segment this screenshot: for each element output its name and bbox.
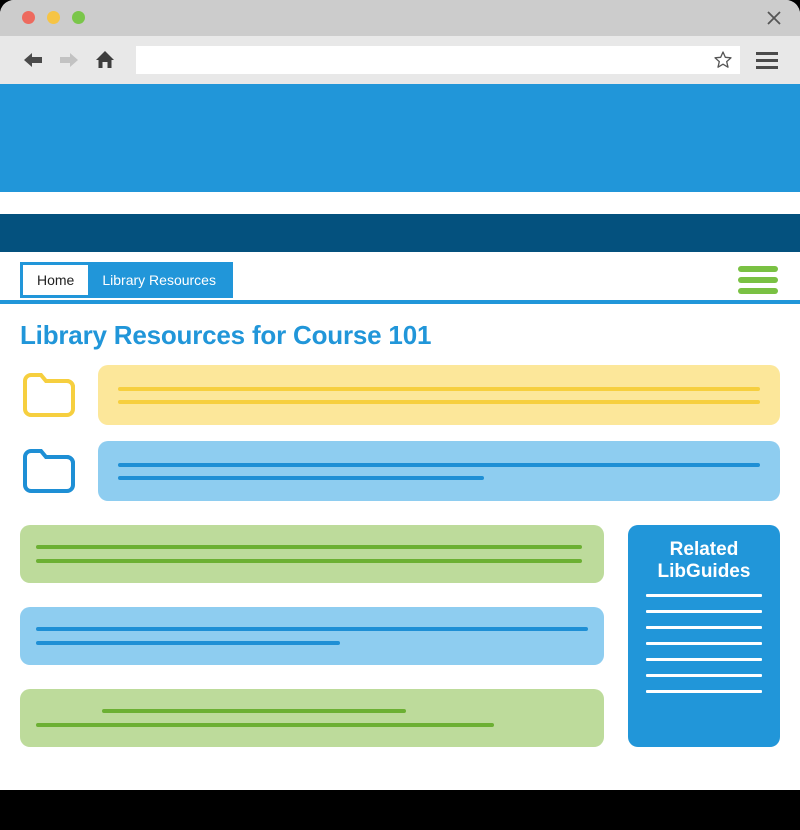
related-libguides-links	[640, 594, 768, 693]
site-hamburger-menu-icon[interactable]	[738, 266, 778, 294]
lower-content-column	[20, 525, 604, 747]
folder-icon[interactable]	[20, 366, 78, 424]
site-menu-bar-2	[738, 277, 778, 283]
close-window-dot[interactable]	[22, 11, 35, 24]
related-libguides-card[interactable]: Related LibGuides	[628, 525, 780, 747]
page-title: Library Resources for Course 101	[0, 304, 800, 365]
text-line	[36, 545, 582, 549]
content-row-2	[0, 441, 800, 501]
content-block-blue-2[interactable]	[20, 607, 604, 665]
content-block-blue-1[interactable]	[98, 441, 780, 501]
text-line	[118, 400, 760, 404]
tab-home-label: Home	[37, 272, 74, 288]
address-bar[interactable]	[136, 46, 740, 74]
site-navigation: Home Library Resources	[0, 252, 800, 304]
text-line	[36, 723, 494, 727]
libguide-link-1[interactable]	[646, 594, 762, 597]
site-brand-banner	[0, 84, 800, 192]
content-block-green-1[interactable]	[20, 525, 604, 583]
hamburger-menu-icon[interactable]	[750, 43, 784, 77]
address-input[interactable]	[142, 53, 712, 67]
text-line	[118, 476, 484, 480]
text-line	[118, 463, 760, 467]
content-block-green-2[interactable]	[20, 689, 604, 747]
browser-toolbar	[0, 36, 800, 84]
banner-gap	[0, 192, 800, 214]
forward-arrow-icon[interactable]	[54, 45, 84, 75]
back-arrow-icon[interactable]	[18, 45, 48, 75]
home-icon[interactable]	[90, 45, 120, 75]
libguide-link-7[interactable]	[646, 690, 762, 693]
libguide-link-6[interactable]	[646, 674, 762, 677]
content-block-yellow-1[interactable]	[98, 365, 780, 425]
content-row-1	[0, 365, 800, 425]
site-secondary-bar	[0, 214, 800, 252]
text-line	[102, 709, 406, 713]
libguide-link-4[interactable]	[646, 642, 762, 645]
menu-bar-1	[756, 52, 778, 55]
tab-group: Home Library Resources	[20, 262, 233, 298]
tab-home[interactable]: Home	[23, 265, 88, 295]
lower-section: Related LibGuides	[0, 517, 800, 747]
folder-icon[interactable]	[20, 442, 78, 500]
related-libguides-title: Related LibGuides	[640, 539, 768, 582]
page-content: Home Library Resources Library Resources…	[0, 84, 800, 790]
text-line	[118, 387, 760, 391]
navigation-buttons	[18, 45, 120, 75]
close-icon[interactable]	[764, 8, 784, 28]
libguide-link-3[interactable]	[646, 626, 762, 629]
tab-library-resources[interactable]: Library Resources	[88, 265, 230, 295]
minimize-window-dot[interactable]	[47, 11, 60, 24]
traffic-light-buttons	[22, 11, 85, 24]
menu-bar-2	[756, 59, 778, 62]
libguide-link-5[interactable]	[646, 658, 762, 661]
site-menu-bar-1	[738, 266, 778, 272]
maximize-window-dot[interactable]	[72, 11, 85, 24]
browser-window: Home Library Resources Library Resources…	[0, 0, 800, 790]
libguide-link-2[interactable]	[646, 610, 762, 613]
star-icon[interactable]	[712, 49, 734, 71]
text-line	[36, 559, 582, 563]
nav-underline	[0, 300, 800, 304]
text-line	[36, 641, 340, 645]
window-titlebar	[0, 0, 800, 36]
text-line	[36, 627, 588, 631]
menu-bar-3	[756, 66, 778, 69]
site-menu-bar-3	[738, 288, 778, 294]
tab-library-resources-label: Library Resources	[102, 272, 216, 288]
